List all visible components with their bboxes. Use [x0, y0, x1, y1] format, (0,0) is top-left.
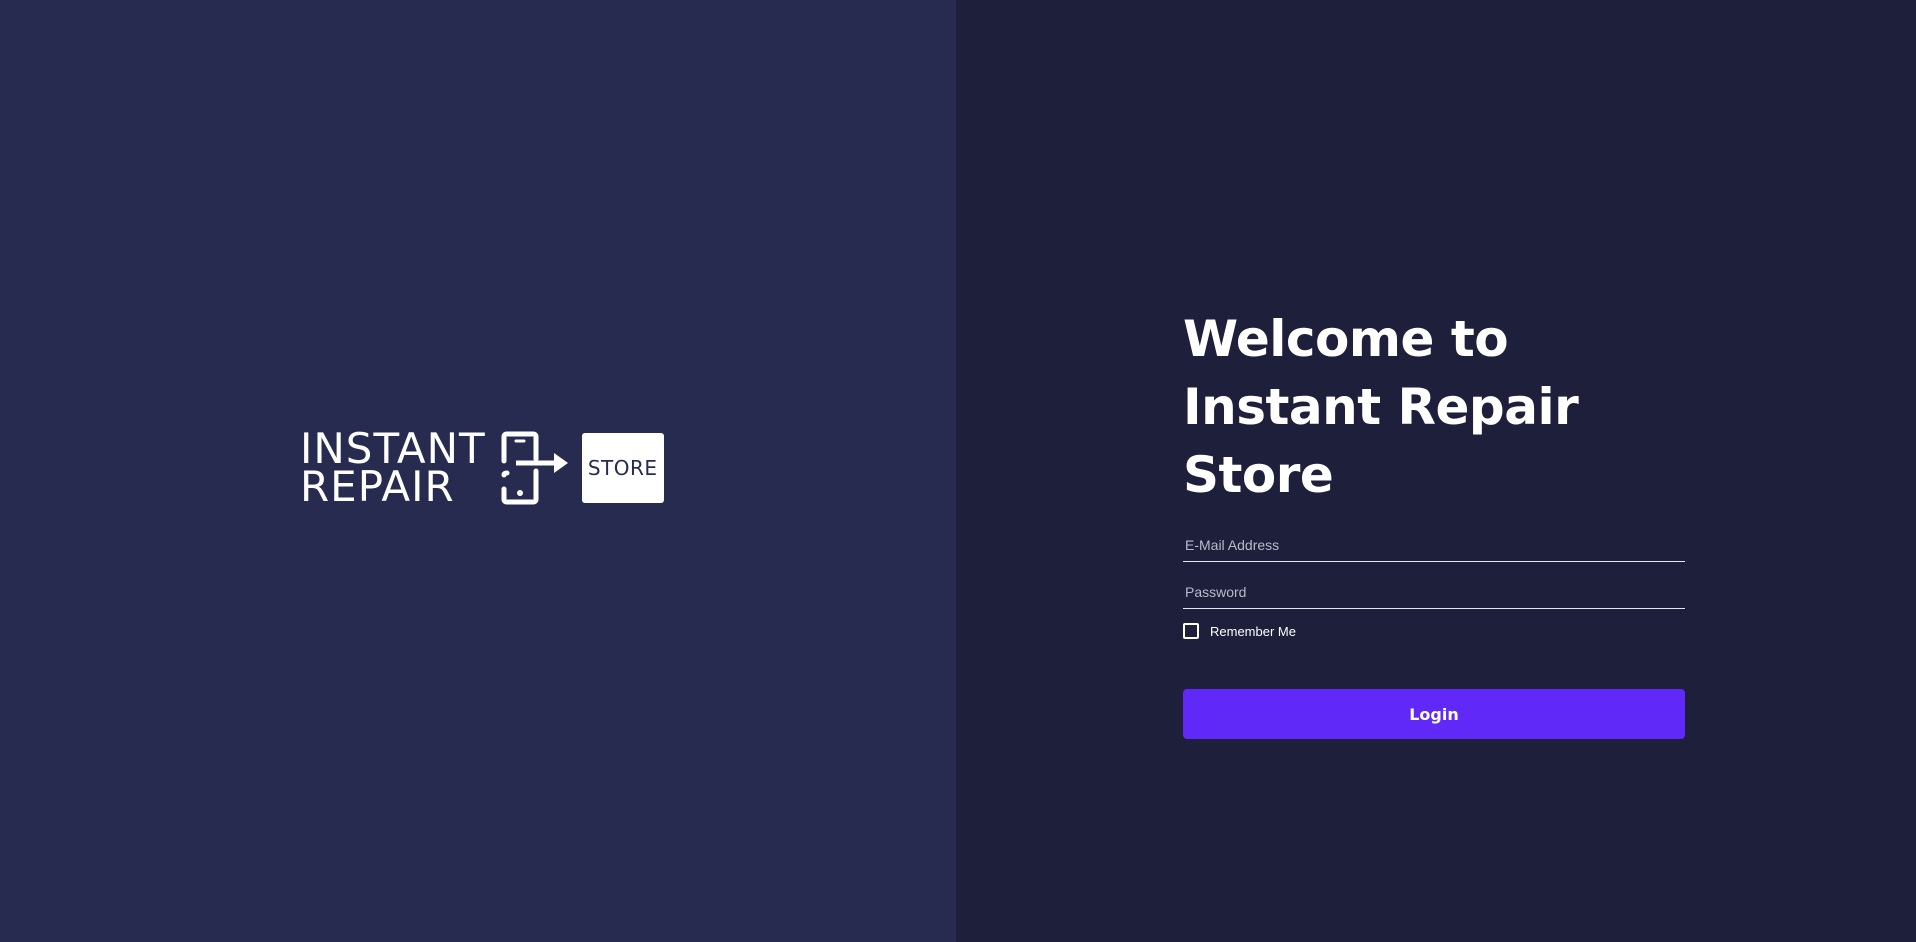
logo-store-badge: STORE	[581, 433, 664, 503]
logo-store-label: STORE	[587, 456, 658, 480]
welcome-title: Welcome to Instant Repair Store	[1183, 305, 1685, 509]
remember-me-label: Remember Me	[1210, 623, 1296, 639]
login-page: INSTANT REPAIR STORE Welcome to Instant …	[0, 0, 1916, 942]
password-field-wrapper	[1183, 578, 1685, 609]
login-button-label: Login	[1409, 704, 1459, 724]
instant-repair-store-logo: INSTANT REPAIR STORE	[300, 428, 664, 511]
welcome-title-line2: Instant Repair Store	[1183, 378, 1579, 504]
device-transfer-icon	[501, 431, 568, 505]
remember-me-checkbox[interactable]	[1183, 623, 1199, 639]
welcome-title-line1: Welcome to	[1183, 310, 1509, 368]
email-field-wrapper	[1183, 531, 1685, 562]
logo-wordmark: INSTANT REPAIR	[300, 428, 486, 511]
remember-me-row[interactable]: Remember Me	[1183, 623, 1685, 639]
brand-panel: INSTANT REPAIR STORE	[0, 0, 956, 942]
login-form: Welcome to Instant Repair Store Remember…	[1183, 305, 1685, 739]
logo-line-repair: REPAIR	[300, 462, 455, 511]
login-panel: Welcome to Instant Repair Store Remember…	[956, 0, 1916, 942]
login-button[interactable]: Login	[1183, 689, 1685, 739]
password-field[interactable]	[1183, 578, 1685, 606]
email-field[interactable]	[1183, 531, 1685, 559]
